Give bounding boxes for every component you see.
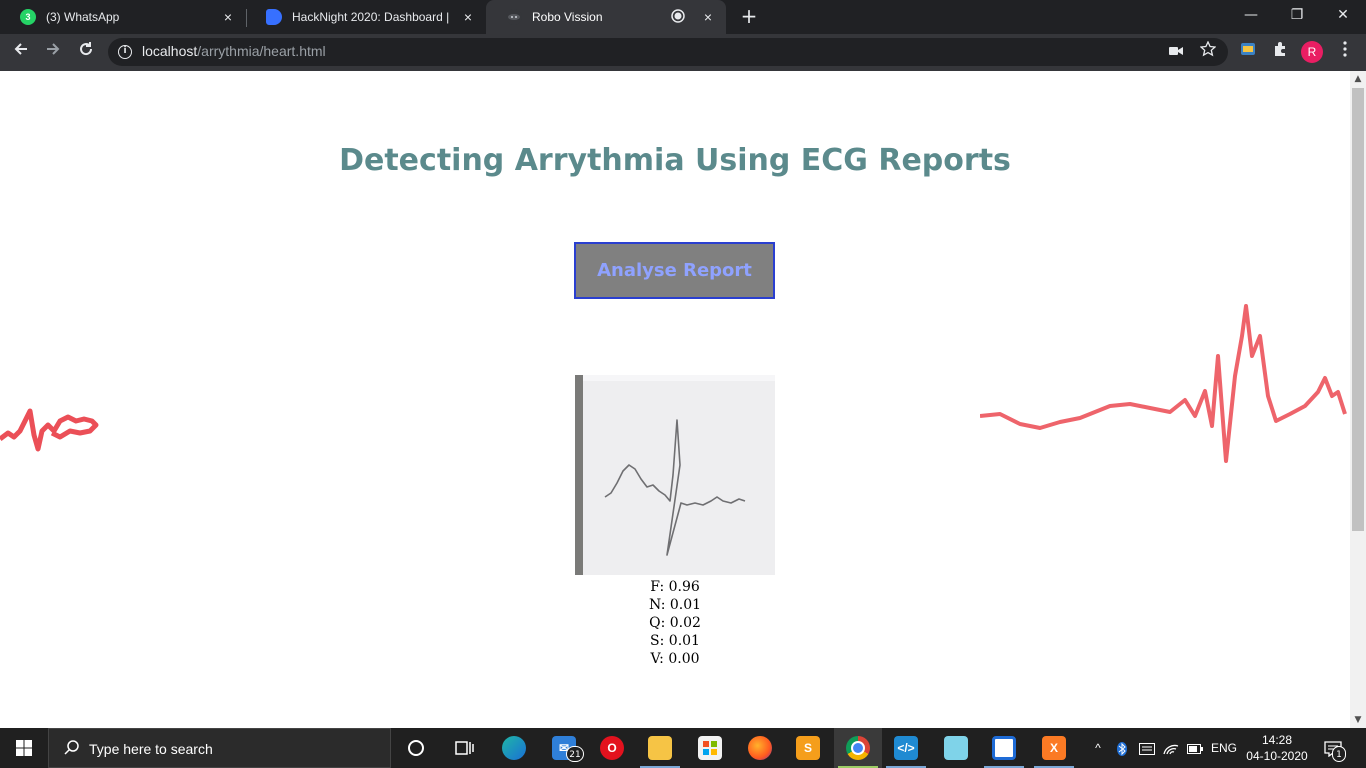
taskbar-scrcpy[interactable]: [980, 728, 1028, 768]
devfolio-icon: [266, 9, 282, 25]
robo-icon: [506, 9, 522, 25]
taskbar-clock[interactable]: 14:28 04-10-2020: [1244, 732, 1310, 764]
extensions-puzzle-icon[interactable]: [1269, 41, 1291, 63]
tab-hacknight[interactable]: HackNight 2020: Dashboard | De ×: [246, 0, 486, 34]
ecg-line-right-decoration: [980, 304, 1347, 463]
opera-icon: O: [600, 736, 624, 760]
cortana-icon: [408, 740, 424, 756]
windows-taskbar: Type here to search ✉ O S </> X ^ ENG: [0, 728, 1366, 768]
firefox-icon: [748, 736, 772, 760]
scroll-down-icon[interactable]: ▼: [1350, 712, 1366, 728]
close-tab-icon[interactable]: ×: [220, 9, 236, 25]
taskbar-vscode[interactable]: </>: [882, 728, 930, 768]
tab-whatsapp[interactable]: 3 (3) WhatsApp ×: [0, 0, 246, 34]
minimize-button[interactable]: —: [1228, 0, 1274, 30]
scrcpy-icon: [992, 736, 1016, 760]
extension-icon[interactable]: [1237, 41, 1259, 63]
task-view-icon: [455, 741, 474, 755]
taskbar-file-explorer[interactable]: [636, 728, 684, 768]
restore-button[interactable]: ❐: [1274, 0, 1320, 30]
whatsapp-icon: 3: [20, 9, 36, 25]
media-playing-icon[interactable]: [670, 8, 686, 26]
taskbar-search-box[interactable]: Type here to search: [48, 728, 391, 768]
store-icon: [698, 736, 722, 760]
result-q: Q: 0.02: [649, 615, 701, 631]
tab-title: Robo Vission: [532, 10, 603, 24]
bluetooth-icon[interactable]: [1112, 728, 1132, 768]
windows-logo-icon: [16, 740, 32, 756]
new-tab-button[interactable]: +: [738, 5, 760, 27]
scrollbar-thumb[interactable]: [1352, 88, 1364, 531]
search-placeholder: Type here to search: [89, 741, 213, 757]
keyboard-icon[interactable]: [1136, 728, 1158, 768]
wifi-icon[interactable]: [1160, 728, 1182, 768]
profile-avatar[interactable]: R: [1301, 41, 1323, 63]
analyse-report-button[interactable]: Analyse Report: [574, 242, 775, 299]
language-indicator[interactable]: ENG: [1208, 728, 1240, 768]
result-f: F: 0.96: [650, 579, 700, 595]
taskbar-notepad[interactable]: [932, 728, 980, 768]
cortana-button[interactable]: [392, 728, 440, 768]
mail-unread-badge: 21: [566, 746, 584, 762]
menu-kebab-icon[interactable]: [1334, 41, 1356, 63]
url-text[interactable]: localhost/arrythmia/heart.html: [142, 43, 326, 59]
scroll-up-icon[interactable]: ▲: [1350, 71, 1366, 87]
clock-date: 04-10-2020: [1246, 749, 1308, 763]
xampp-icon: X: [1042, 736, 1066, 760]
sublime-icon: S: [796, 736, 820, 760]
tab-strip: 3 (3) WhatsApp × HackNight 2020: Dashboa…: [0, 0, 1366, 34]
edge-icon: [502, 736, 526, 760]
close-tab-icon[interactable]: ×: [700, 9, 716, 25]
tab-title: HackNight 2020: Dashboard | De: [292, 10, 450, 24]
page-title: Detecting Arrythmia Using ECG Reports: [339, 143, 1011, 178]
taskbar-sublime[interactable]: S: [784, 728, 832, 768]
chrome-icon: [846, 736, 870, 760]
notification-badge: 1: [1332, 746, 1346, 762]
show-hidden-icons-icon[interactable]: ^: [1088, 728, 1108, 768]
page-scrollbar[interactable]: ▲ ▼: [1350, 71, 1366, 728]
search-icon: [63, 739, 81, 761]
tab-robo-vission[interactable]: Robo Vission ×: [486, 0, 726, 34]
result-n: N: 0.01: [648, 597, 702, 613]
camera-icon[interactable]: [1165, 41, 1187, 63]
bookmark-star-icon[interactable]: [1197, 40, 1219, 63]
close-window-button[interactable]: ✕: [1320, 0, 1366, 30]
result-v: V: 0.00: [650, 651, 700, 667]
ecg-line-left-decoration: [0, 408, 99, 452]
reload-button[interactable]: [73, 40, 99, 64]
vscode-icon: </>: [894, 736, 918, 760]
back-button[interactable]: [8, 40, 34, 64]
ecg-report-image: [575, 375, 775, 575]
start-button[interactable]: [0, 728, 48, 768]
tab-title: (3) WhatsApp: [46, 10, 120, 24]
notepad-icon: [944, 736, 968, 760]
result-s: S: 0.01: [650, 633, 700, 649]
task-view-button[interactable]: [440, 728, 488, 768]
taskbar-opera[interactable]: O: [588, 728, 636, 768]
page-content: Detecting Arrythmia Using ECG Reports An…: [0, 71, 1350, 728]
taskbar-store[interactable]: [686, 728, 734, 768]
taskbar-firefox[interactable]: [736, 728, 784, 768]
file-explorer-icon: [648, 736, 672, 760]
battery-icon[interactable]: [1184, 728, 1206, 768]
taskbar-xampp[interactable]: X: [1030, 728, 1078, 768]
taskbar-chrome[interactable]: [834, 728, 882, 768]
site-info-icon[interactable]: i: [118, 45, 132, 59]
clock-time: 14:28: [1261, 733, 1293, 747]
close-tab-icon[interactable]: ×: [460, 9, 476, 25]
forward-button[interactable]: [40, 40, 66, 64]
taskbar-edge[interactable]: [490, 728, 538, 768]
prediction-results: F: 0.96 N: 0.01 Q: 0.02 S: 0.01 V: 0.00: [0, 578, 1350, 668]
